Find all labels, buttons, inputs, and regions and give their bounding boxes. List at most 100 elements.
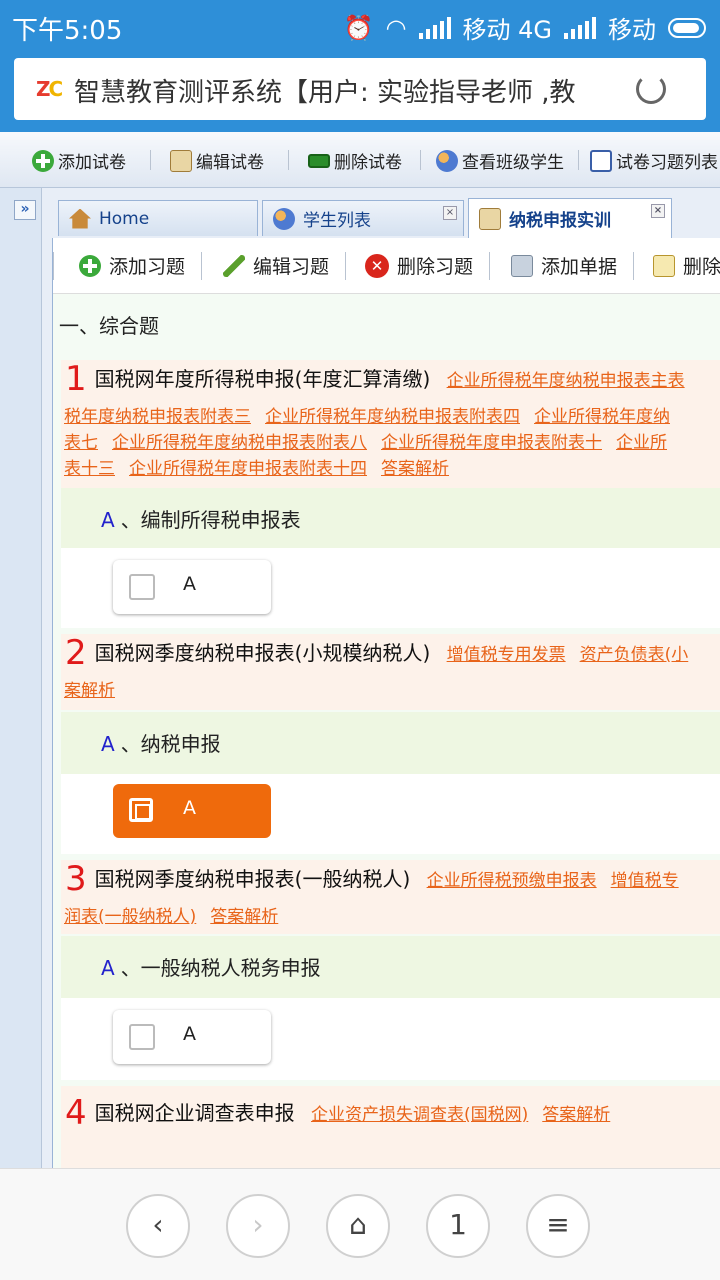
add-icon — [79, 254, 101, 277]
choice-checkbox[interactable]: A — [113, 560, 271, 614]
delete-exam-button[interactable]: 删除试卷 — [308, 148, 402, 173]
exam-question-list-button[interactable]: 试卷习题列表 — [590, 148, 718, 173]
question-number: 1 — [65, 359, 87, 399]
close-icon[interactable]: × — [443, 206, 457, 220]
question-link[interactable]: 企业所得税年度纳税申报表主表 — [447, 371, 685, 391]
checkbox-icon — [129, 1024, 155, 1050]
option-text: 、一般纳税人税务申报 — [120, 956, 321, 980]
status-bar: 下午5:05 ⏰ ◠ 移动 4G 移动 — [0, 0, 720, 50]
option-letter: A — [101, 956, 115, 980]
answer-analysis-link[interactable]: 答案解析 — [381, 459, 449, 479]
question-toolbar: 添加习题 编辑习题 ✕ 删除习题 添加单据 删除 — [53, 238, 720, 294]
left-collapsed-panel: » — [0, 188, 42, 1168]
browser-bottom-nav: ‹ › ⌂ 1 ≡ — [0, 1168, 720, 1280]
signal-icon-2 — [564, 16, 596, 39]
status-icons: ⏰ ◠ 移动 4G 移动 — [344, 10, 706, 45]
section-title: 一、综合题 — [59, 314, 159, 338]
alarm-icon: ⏰ — [343, 13, 374, 42]
tab-bar: Home 学生列表 × 纳税申报实训 × — [52, 196, 720, 238]
question-link[interactable]: 税年度纳税申报表附表三 — [64, 407, 251, 427]
users-icon — [273, 207, 295, 230]
add-document-button[interactable]: 添加单据 — [511, 252, 617, 279]
question-link[interactable]: 表七 — [64, 433, 98, 453]
choice-checkbox-selected[interactable]: A — [113, 784, 271, 838]
edit-icon — [170, 149, 192, 172]
carrier-1: 移动 4G — [462, 16, 553, 44]
edit-icon — [479, 207, 501, 230]
question-title: 国税网季度纳税申报表(一般纳税人) — [94, 867, 411, 891]
question-number: 2 — [65, 633, 87, 673]
question-link[interactable]: 润表(一般纳税人) — [64, 907, 196, 927]
reload-icon[interactable] — [636, 74, 666, 104]
main-toolbar: 添加试卷 编辑试卷 删除试卷 查看班级学生 试卷习题列表 — [0, 132, 720, 188]
battery-icon — [668, 17, 706, 38]
warning-icon — [653, 254, 675, 277]
question-link[interactable]: 企业所得税预缴申报表 — [427, 871, 597, 891]
pencil-icon — [223, 254, 245, 277]
delete-document-button[interactable]: 删除 — [653, 252, 720, 279]
add-icon — [32, 149, 54, 172]
question-link[interactable]: 增值税专用发票 — [447, 645, 566, 665]
address-bar[interactable]: ZC 智慧教育测评系统【用户: 实验指导老师 ,教 — [14, 58, 706, 120]
answer-analysis-link[interactable]: 答案解析 — [542, 1105, 610, 1125]
question-number: 3 — [65, 859, 87, 899]
question-link[interactable]: 表十三 — [64, 459, 115, 479]
signal-icon — [418, 16, 451, 39]
expand-panel-icon[interactable]: » — [14, 200, 36, 220]
question-title: 国税网年度所得税申报(年度汇算清缴) — [94, 367, 431, 391]
site-logo-icon: ZC — [36, 77, 63, 101]
question-link[interactable]: 企业所得税年度纳税申报表附表四 — [265, 407, 520, 427]
checkbox-icon — [129, 574, 155, 600]
carrier-2: 移动 — [608, 16, 656, 44]
add-exam-button[interactable]: 添加试卷 — [32, 148, 126, 173]
choice-checkbox[interactable]: A — [113, 1010, 271, 1064]
question-number: 4 — [65, 1093, 87, 1133]
delete-icon — [308, 153, 330, 168]
tab-home[interactable]: Home — [58, 200, 258, 236]
question-link[interactable]: 企业所 — [616, 433, 667, 453]
forward-button[interactable]: › — [226, 1194, 290, 1258]
option-text: 、编制所得税申报表 — [120, 508, 301, 532]
content-panel: 添加习题 编辑习题 ✕ 删除习题 添加单据 删除 一、综合题 1 国税网年度所得税申… — [52, 238, 720, 1168]
option-letter: A — [101, 508, 115, 532]
back-button[interactable]: ‹ — [126, 1194, 190, 1258]
question-title: 国税网季度纳税申报表(小规模纳税人) — [94, 641, 431, 665]
users-icon — [436, 149, 458, 172]
question-link[interactable]: 企业所得税年度申报表附表十 — [381, 433, 602, 453]
question-4: 4 国税网企业调查表申报 企业资产损失调查表(国税网) 答案解析 — [61, 1086, 720, 1168]
question-2: 2 国税网季度纳税申报表(小规模纳税人) 增值税专用发票 资产负债表(小 案解析 — [61, 634, 720, 710]
question-link[interactable]: 企业所得税年度纳税申报表附表八 — [112, 433, 367, 453]
checkbox-icon — [129, 798, 153, 822]
option-letter: A — [101, 732, 115, 756]
question-link[interactable]: 增值税专 — [611, 871, 679, 891]
edit-exam-button[interactable]: 编辑试卷 — [170, 148, 264, 173]
status-time: 下午5:05 — [12, 16, 123, 46]
menu-button[interactable]: ≡ — [526, 1194, 590, 1258]
edit-question-button[interactable]: 编辑习题 — [223, 252, 329, 279]
add-question-button[interactable]: 添加习题 — [79, 252, 185, 279]
list-icon — [590, 149, 612, 172]
wifi-icon: ◠ — [385, 13, 407, 42]
question-link[interactable]: 企业资产损失调查表(国税网) — [311, 1105, 528, 1125]
option-row: A 、一般纳税人税务申报 — [61, 936, 720, 998]
home-icon — [69, 208, 91, 229]
tabs-count-button[interactable]: 1 — [426, 1194, 490, 1258]
option-row: A 、纳税申报 — [61, 712, 720, 774]
option-text: 、纳税申报 — [120, 732, 221, 756]
page-title: 智慧教育测评系统【用户: 实验指导老师 ,教 — [74, 78, 576, 108]
close-icon[interactable]: × — [651, 204, 665, 218]
option-row: A 、编制所得税申报表 — [61, 488, 720, 548]
answer-analysis-link[interactable]: 答案解析 — [210, 907, 278, 927]
question-link[interactable]: 企业所得税年度申报表附表十四 — [129, 459, 367, 479]
tab-student-list[interactable]: 学生列表 × — [262, 200, 464, 236]
tab-tax-training[interactable]: 纳税申报实训 × — [468, 198, 672, 238]
question-link[interactable]: 资产负债表(小 — [580, 645, 689, 665]
question-link[interactable]: 企业所得税年度纳 — [534, 407, 670, 427]
document-icon — [511, 254, 533, 277]
home-button[interactable]: ⌂ — [326, 1194, 390, 1258]
question-title: 国税网企业调查表申报 — [94, 1101, 295, 1125]
question-3: 3 国税网季度纳税申报表(一般纳税人) 企业所得税预缴申报表 增值税专 润表(一般纳… — [61, 860, 720, 934]
answer-analysis-link[interactable]: 案解析 — [64, 681, 115, 701]
view-class-students-button[interactable]: 查看班级学生 — [436, 148, 564, 173]
delete-question-button[interactable]: ✕ 删除习题 — [365, 252, 473, 279]
